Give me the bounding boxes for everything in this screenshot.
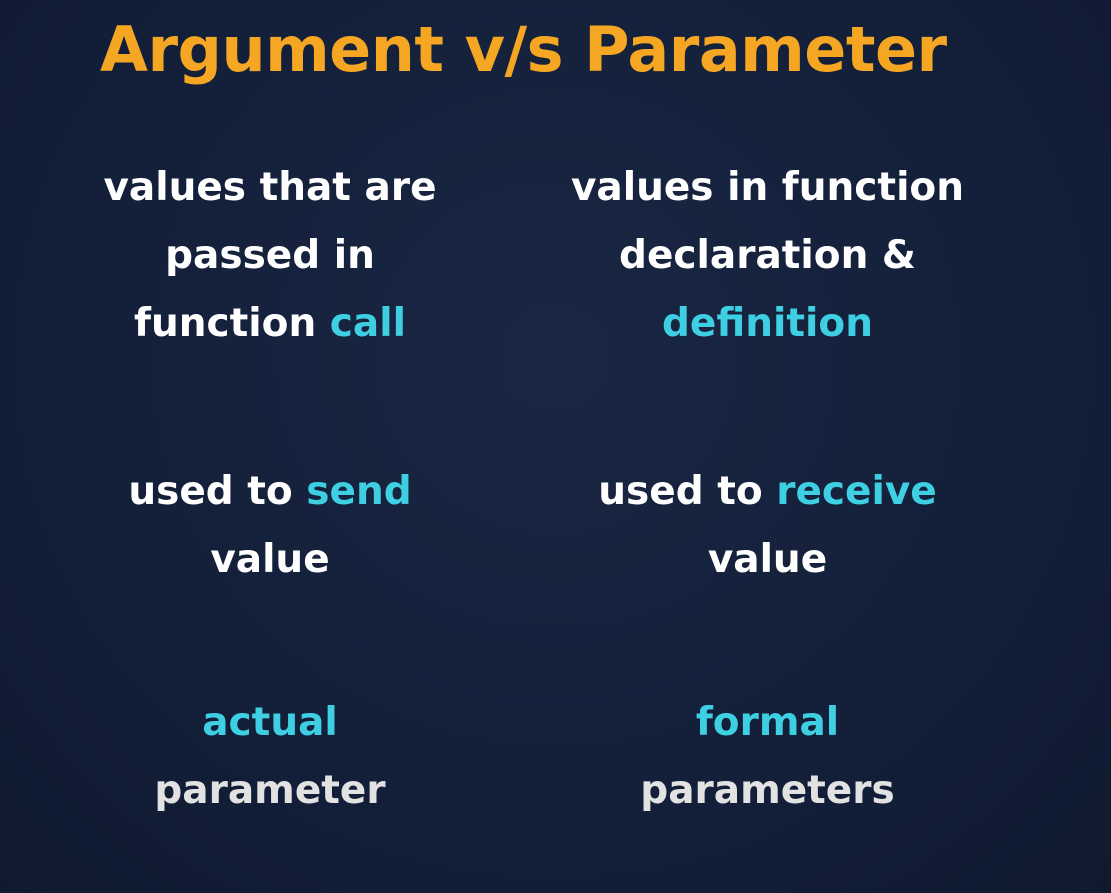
parameter-definition-highlight: definition: [662, 301, 873, 346]
parameter-kind: formal parameters: [540, 689, 995, 825]
parameter-usage: used to receive value: [540, 458, 995, 594]
argument-usage-line-1: used to send: [60, 458, 480, 526]
parameter-usage-line-1: used to receive: [540, 458, 995, 526]
parameter-kind-label: parameters: [640, 768, 895, 813]
parameter-definition-line-1: values in function: [570, 165, 964, 210]
argument-usage: used to send value: [60, 458, 480, 594]
parameter-usage-text: used to: [598, 469, 777, 514]
slide: Argument v/s Parameter values that are p…: [0, 0, 1111, 893]
argument-kind: actual parameter: [60, 689, 480, 825]
argument-usage-text: used to: [128, 469, 307, 514]
argument-definition-line-3: function call: [60, 290, 480, 358]
argument-usage-line-2: value: [210, 537, 330, 582]
parameter-usage-highlight: receive: [776, 469, 937, 514]
parameter-definition: values in function declaration & definit…: [540, 154, 995, 358]
argument-kind-highlight: actual: [202, 700, 338, 745]
parameter-usage-line-2: value: [707, 537, 828, 582]
argument-kind-label: parameter: [154, 768, 386, 813]
argument-definition: values that are passed in function call: [60, 154, 480, 358]
argument-definition-highlight: call: [329, 301, 406, 346]
argument-definition-line-3-text: function: [134, 301, 330, 346]
parameter-definition-line-2: declaration &: [619, 233, 916, 278]
argument-definition-line-2: passed in: [165, 233, 375, 278]
slide-title: Argument v/s Parameter: [100, 13, 947, 86]
argument-usage-highlight: send: [306, 469, 412, 514]
parameter-kind-highlight: formal: [695, 700, 840, 745]
argument-definition-line-1: values that are: [103, 165, 437, 210]
